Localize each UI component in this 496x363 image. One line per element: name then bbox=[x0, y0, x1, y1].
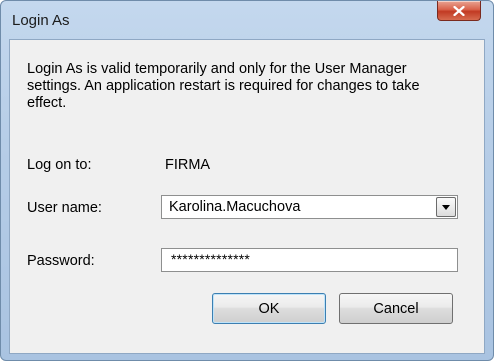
password-field[interactable]: ************** bbox=[161, 248, 458, 272]
logon-label: Log on to: bbox=[27, 157, 92, 173]
username-value: Karolina.Macuchova bbox=[169, 199, 301, 215]
login-as-dialog: Login As Login As is valid temporarily a… bbox=[0, 0, 494, 361]
password-masked-value: ************** bbox=[171, 251, 251, 267]
cancel-button[interactable]: Cancel bbox=[339, 293, 453, 324]
dialog-client-area: Login As is valid temporarily and only f… bbox=[9, 39, 485, 354]
ok-button[interactable]: OK bbox=[212, 293, 326, 324]
close-icon bbox=[453, 5, 465, 16]
username-dropdown-button[interactable] bbox=[436, 197, 456, 217]
logon-value: FIRMA bbox=[165, 157, 211, 173]
chevron-down-icon bbox=[441, 198, 451, 216]
username-label: User name: bbox=[27, 200, 102, 216]
info-message: Login As is valid temporarily and only f… bbox=[27, 61, 420, 111]
window-title: Login As bbox=[12, 12, 70, 29]
close-button[interactable] bbox=[437, 1, 481, 21]
username-combobox[interactable]: Karolina.Macuchova bbox=[161, 195, 458, 219]
password-label: Password: bbox=[27, 253, 95, 269]
